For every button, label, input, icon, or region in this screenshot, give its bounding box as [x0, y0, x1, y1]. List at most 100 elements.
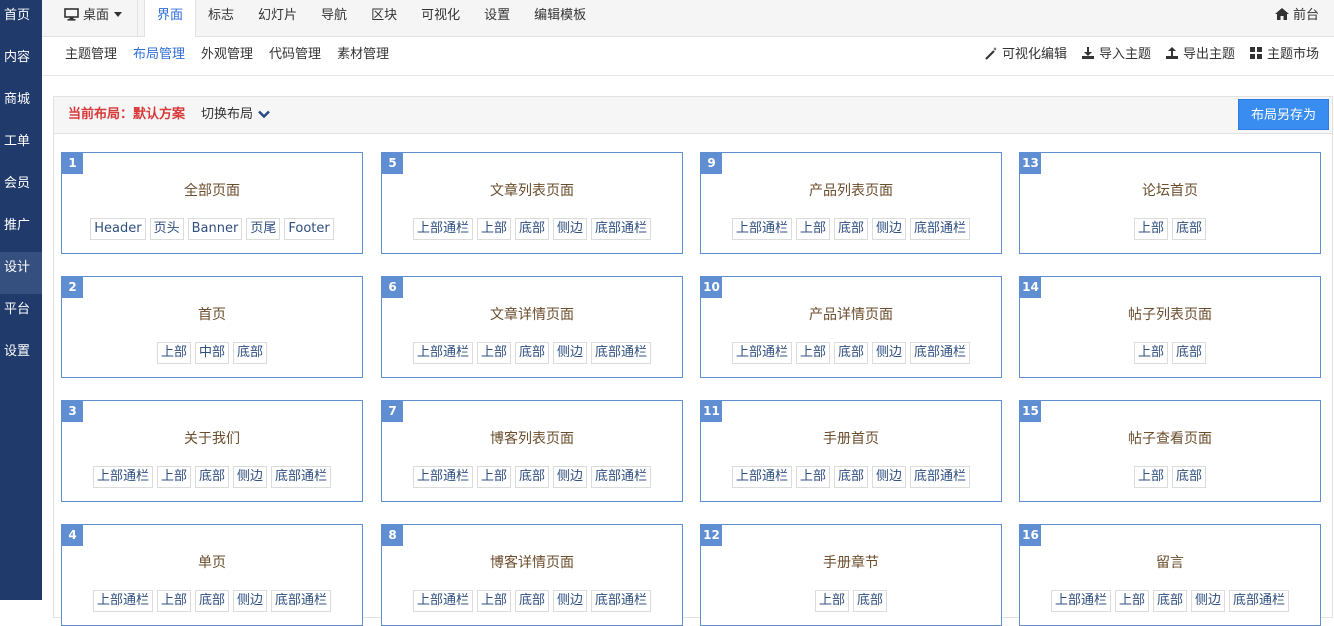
region-tag[interactable]: 上部	[156, 342, 191, 364]
region-tag[interactable]: 上部通栏	[412, 590, 473, 612]
layout-card[interactable]: 9 产品列表页面 上部通栏 上部 底部 侧边 底部通栏	[700, 152, 1002, 254]
region-tag[interactable]: 上部通栏	[92, 590, 153, 612]
layout-card[interactable]: 4 单页 上部通栏 上部 底部 侧边 底部通栏	[61, 524, 363, 626]
layout-card[interactable]: 15 帖子查看页面 上部 底部	[1019, 400, 1321, 502]
region-tag[interactable]: 底部	[1172, 342, 1207, 364]
sidebar-item[interactable]: 内容	[0, 42, 42, 84]
region-tag[interactable]: 上部通栏	[731, 466, 792, 488]
region-tag[interactable]: 上部通栏	[1050, 590, 1111, 612]
layout-card[interactable]: 5 文章列表页面 上部通栏 上部 底部 侧边 底部通栏	[381, 152, 683, 254]
sub-nav-link[interactable]: 布局管理	[133, 37, 185, 75]
layout-card[interactable]: 2 首页 上部 中部 底部	[61, 276, 363, 378]
sidebar-item[interactable]: 首页	[0, 0, 42, 42]
sidebar-item[interactable]: 设置	[0, 336, 42, 378]
region-tag[interactable]: 侧边	[233, 590, 268, 612]
sub-nav-link[interactable]: 素材管理	[337, 37, 389, 75]
top-tab[interactable]: 编辑模板	[522, 0, 598, 36]
region-tag[interactable]: 底部通栏	[591, 218, 652, 240]
region-tag[interactable]: 上部	[814, 590, 849, 612]
region-tag[interactable]: 侧边	[1191, 590, 1226, 612]
sub-nav-action[interactable]: 导入主题	[1081, 37, 1151, 75]
region-tag[interactable]: 侧边	[233, 466, 268, 488]
region-tag[interactable]: 上部	[795, 466, 830, 488]
sidebar-item[interactable]: 推广	[0, 210, 42, 252]
region-tag[interactable]: 底部	[514, 466, 549, 488]
device-selector[interactable]: 桌面	[64, 0, 123, 31]
layout-card[interactable]: 12 手册章节 上部 底部	[700, 524, 1002, 626]
region-tag[interactable]: 底部通栏	[910, 342, 971, 364]
region-tag[interactable]: 侧边	[553, 342, 588, 364]
region-tag[interactable]: 底部通栏	[271, 466, 332, 488]
layout-card[interactable]: 6 文章详情页面 上部通栏 上部 底部 侧边 底部通栏	[381, 276, 683, 378]
top-tab[interactable]: 标志	[196, 0, 246, 36]
sidebar-item[interactable]: 商城	[0, 84, 42, 126]
region-tag[interactable]: 上部	[795, 218, 830, 240]
region-tag[interactable]: Footer	[284, 218, 334, 240]
layout-card[interactable]: 8 博客详情页面 上部通栏 上部 底部 侧边 底部通栏	[381, 524, 683, 626]
region-tag[interactable]: 底部	[1152, 590, 1187, 612]
region-tag[interactable]: 上部	[476, 218, 511, 240]
region-tag[interactable]: Banner	[187, 218, 243, 240]
region-tag[interactable]: 底部	[853, 590, 888, 612]
save-layout-as-button[interactable]: 布局另存为	[1238, 99, 1329, 130]
sub-nav-link[interactable]: 外观管理	[201, 37, 253, 75]
region-tag[interactable]: 底部	[833, 218, 868, 240]
region-tag[interactable]: 上部	[476, 342, 511, 364]
top-tab[interactable]: 区块	[359, 0, 409, 36]
region-tag[interactable]: 侧边	[872, 466, 907, 488]
region-tag[interactable]: 上部通栏	[731, 218, 792, 240]
region-tag[interactable]: 上部通栏	[412, 466, 473, 488]
layout-card[interactable]: 16 留言 上部通栏 上部 底部 侧边 底部通栏	[1019, 524, 1321, 626]
region-tag[interactable]: 底部通栏	[591, 590, 652, 612]
region-tag[interactable]: 上部	[1133, 218, 1168, 240]
region-tag[interactable]: 中部	[194, 342, 229, 364]
sidebar-item[interactable]: 设计	[0, 252, 42, 294]
layout-card[interactable]: 14 帖子列表页面 上部 底部	[1019, 276, 1321, 378]
region-tag[interactable]: 底部	[833, 466, 868, 488]
region-tag[interactable]: 底部	[1172, 466, 1207, 488]
region-tag[interactable]: 上部	[476, 466, 511, 488]
switch-layout-dropdown[interactable]: 切换布局	[201, 97, 270, 132]
region-tag[interactable]: 上部通栏	[731, 342, 792, 364]
region-tag[interactable]: 侧边	[872, 342, 907, 364]
region-tag[interactable]: 上部	[1133, 466, 1168, 488]
region-tag[interactable]: 底部通栏	[910, 466, 971, 488]
region-tag[interactable]: 侧边	[553, 590, 588, 612]
sidebar-item[interactable]: 工单	[0, 126, 42, 168]
region-tag[interactable]: 底部	[514, 218, 549, 240]
region-tag[interactable]: 底部	[194, 466, 229, 488]
sub-nav-link[interactable]: 主题管理	[65, 37, 117, 75]
layout-card[interactable]: 7 博客列表页面 上部通栏 上部 底部 侧边 底部通栏	[381, 400, 683, 502]
region-tag[interactable]: 底部	[233, 342, 268, 364]
region-tag[interactable]: 底部	[514, 342, 549, 364]
region-tag[interactable]: 侧边	[553, 218, 588, 240]
layout-card[interactable]: 10 产品详情页面 上部通栏 上部 底部 侧边 底部通栏	[700, 276, 1002, 378]
layout-card[interactable]: 13 论坛首页 上部 底部	[1019, 152, 1321, 254]
region-tag[interactable]: 底部	[1172, 218, 1207, 240]
region-tag[interactable]: 上部	[476, 590, 511, 612]
region-tag[interactable]: 上部	[795, 342, 830, 364]
region-tag[interactable]: 侧边	[872, 218, 907, 240]
sub-nav-action[interactable]: 可视化编辑	[984, 37, 1067, 75]
top-tab[interactable]: 导航	[309, 0, 359, 36]
region-tag[interactable]: 上部通栏	[412, 218, 473, 240]
region-tag[interactable]: 底部通栏	[1229, 590, 1290, 612]
region-tag[interactable]: 上部通栏	[92, 466, 153, 488]
top-tab[interactable]: 界面	[144, 0, 197, 37]
region-tag[interactable]: 上部	[156, 466, 191, 488]
region-tag[interactable]: 上部通栏	[412, 342, 473, 364]
top-tab[interactable]: 设置	[472, 0, 522, 36]
top-tab[interactable]: 可视化	[409, 0, 472, 36]
region-tag[interactable]: 上部	[1133, 342, 1168, 364]
front-site-link[interactable]: 前台	[1274, 0, 1319, 31]
region-tag[interactable]: 底部	[194, 590, 229, 612]
sub-nav-action[interactable]: 导出主题	[1165, 37, 1235, 75]
region-tag[interactable]: 侧边	[553, 466, 588, 488]
layout-card[interactable]: 3 关于我们 上部通栏 上部 底部 侧边 底部通栏	[61, 400, 363, 502]
region-tag[interactable]: 底部通栏	[271, 590, 332, 612]
layout-card[interactable]: 1 全部页面 Header 页头 Banner 页尾 Footer	[61, 152, 363, 254]
sub-nav-link[interactable]: 代码管理	[269, 37, 321, 75]
region-tag[interactable]: 上部	[1114, 590, 1149, 612]
region-tag[interactable]: 底部通栏	[591, 342, 652, 364]
region-tag[interactable]: 底部	[514, 590, 549, 612]
